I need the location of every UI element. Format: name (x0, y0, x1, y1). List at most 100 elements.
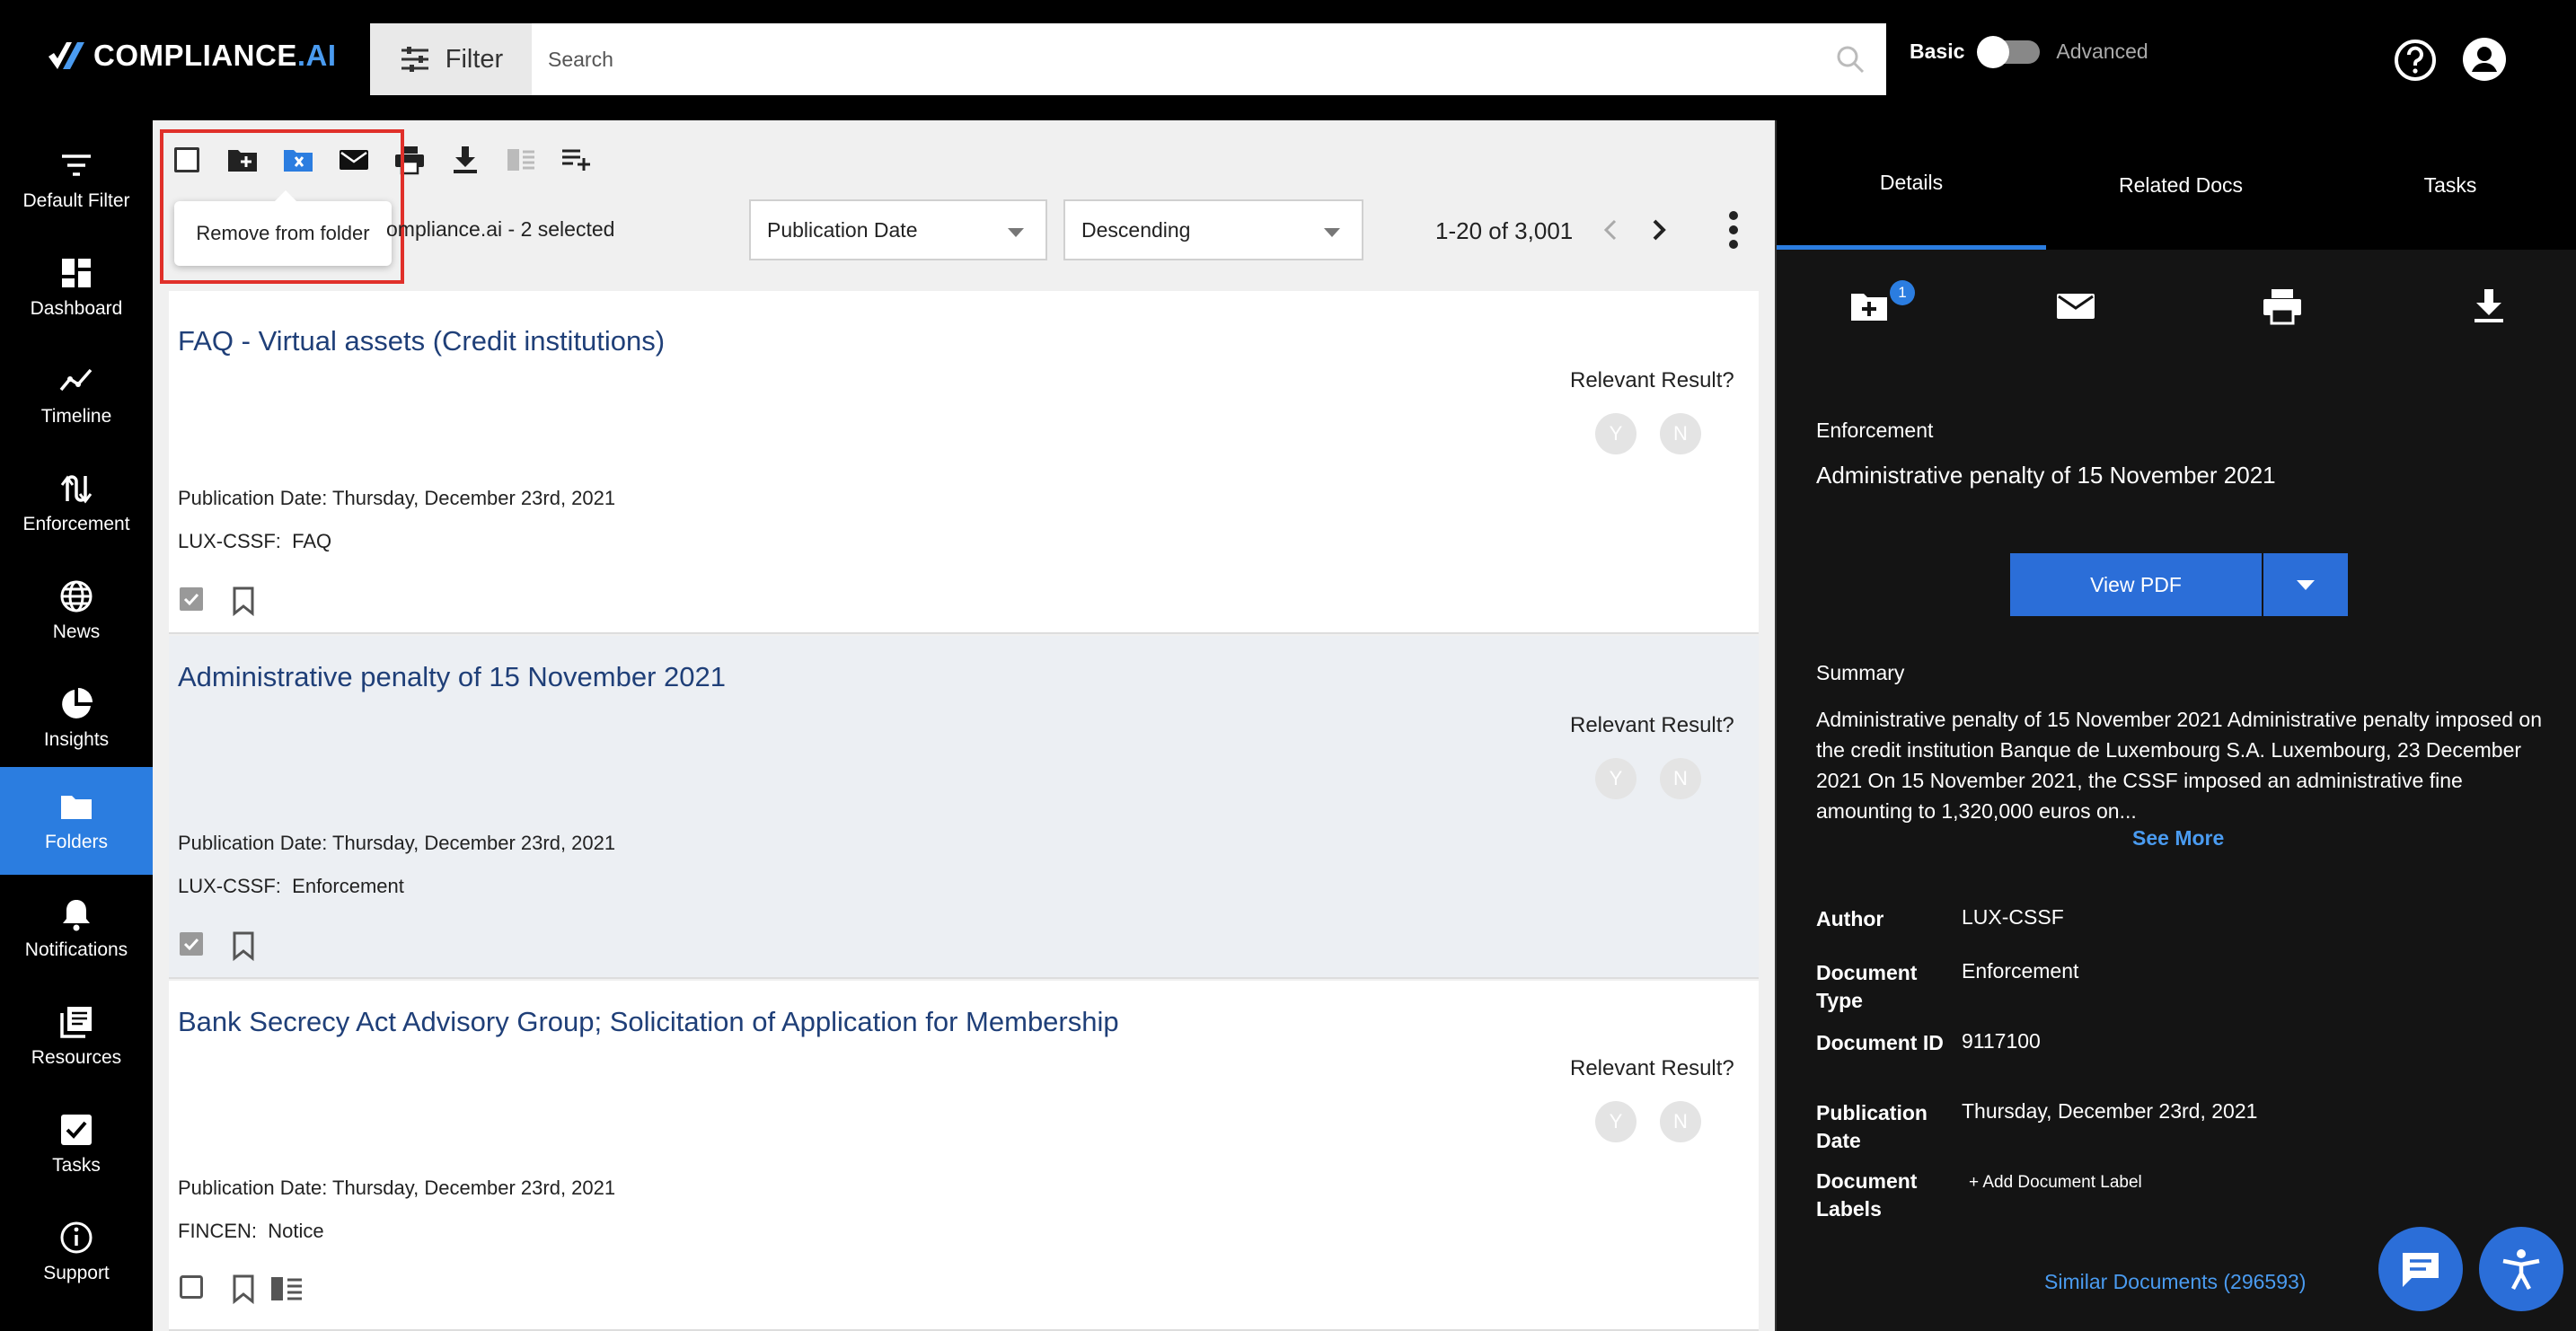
add-document-label-button[interactable]: + Add Document Label (1969, 1173, 2142, 1193)
email-icon[interactable] (2055, 286, 2096, 327)
sort-field-dropdown[interactable]: Publication Date (749, 199, 1047, 260)
compare-icon[interactable] (503, 142, 539, 178)
relevant-yes-button[interactable]: Y (1595, 1101, 1636, 1142)
doc-type: FAQ (292, 530, 332, 552)
details-tabs: Details Related Docs Tasks (1777, 120, 2576, 250)
see-more-link[interactable]: See More (2132, 826, 2224, 851)
relevant-no-button[interactable]: N (1660, 758, 1701, 799)
print-icon[interactable] (2262, 286, 2303, 327)
sidebar-item-default-filter[interactable]: Default Filter (0, 126, 153, 234)
relevant-no-button[interactable]: N (1660, 1101, 1701, 1142)
library-icon (60, 1007, 92, 1038)
bulk-actions-toolbar (169, 138, 614, 181)
logo-text: COMPLIANCE.AI (93, 39, 337, 72)
add-to-folder-icon[interactable] (225, 142, 260, 178)
app-logo[interactable]: COMPLIANCE.AI (45, 36, 337, 75)
sidebar-item-label: Timeline (40, 406, 112, 427)
print-icon[interactable] (392, 142, 428, 178)
result-checkbox[interactable] (180, 1275, 203, 1299)
search-icon[interactable] (1814, 23, 1886, 95)
sidebar-item-label: News (52, 621, 101, 642)
help-icon[interactable] (2393, 38, 2438, 83)
sidebar-item-news[interactable]: News (0, 557, 153, 665)
mode-basic-label: Basic (1910, 40, 1965, 63)
relevant-result-label: Relevant Result? (1570, 368, 1734, 392)
remove-from-folder-icon[interactable] (280, 142, 316, 178)
result-card[interactable]: Bank Secrecy Act Advisory Group; Solicit… (169, 981, 1759, 1331)
sidebar-item-tasks[interactable]: Tasks (0, 1090, 153, 1198)
download-icon[interactable] (447, 142, 483, 178)
meta-label-document-id: Document ID (1816, 1031, 1944, 1054)
add-to-list-icon[interactable] (559, 142, 595, 178)
bookmark-icon[interactable] (230, 586, 257, 616)
filter-button[interactable]: Filter (370, 23, 532, 95)
sidebar-item-timeline[interactable]: Timeline (0, 341, 153, 449)
sidebar-item-resources[interactable]: Resources (0, 983, 153, 1090)
publication-date: Publication Date: Thursday, December 23r… (178, 487, 616, 509)
relevant-no-button[interactable]: N (1660, 413, 1701, 454)
filter-label: Filter (445, 44, 504, 74)
results-panel: Remove from folder ompliance.ai - 2 sele… (153, 120, 1775, 1331)
sidebar-item-label: Folders (44, 832, 109, 852)
left-sidebar: Default Filter Dashboard Timeline Enforc… (0, 120, 153, 1331)
result-title-link[interactable]: FAQ - Virtual assets (Credit institution… (178, 325, 665, 357)
compare-icon[interactable] (269, 1274, 304, 1304)
chat-button[interactable] (2378, 1227, 2463, 1311)
bookmark-icon[interactable] (230, 1274, 257, 1304)
result-card[interactable]: FAQ - Virtual assets (Credit institution… (169, 291, 1759, 634)
agency-name: LUX-CSSF: (178, 530, 281, 552)
email-icon[interactable] (336, 142, 372, 178)
filter-lines-icon (62, 154, 91, 176)
sidebar-item-enforcement[interactable]: Enforcement (0, 449, 153, 557)
result-title-link[interactable]: Administrative penalty of 15 November 20… (178, 661, 726, 693)
sidebar-item-support[interactable]: Support (0, 1198, 153, 1306)
user-account-icon[interactable] (2461, 36, 2508, 83)
pagination-text: 1-20 of 3,001 (1435, 217, 1574, 244)
view-pdf-dropdown-button[interactable] (2263, 553, 2348, 616)
summary-text: Administrative penalty of 15 November 20… (1816, 708, 2542, 823)
result-card[interactable]: Administrative penalty of 15 November 20… (169, 636, 1759, 979)
download-icon[interactable] (2468, 286, 2510, 327)
tab-tasks[interactable]: Tasks (2316, 120, 2576, 250)
meta-value-document-id: 9117100 (1962, 1029, 2041, 1053)
meta-label-author: Author (1816, 907, 1884, 930)
search-input[interactable] (532, 23, 1814, 95)
enforcement-icon (60, 475, 93, 504)
info-icon (60, 1221, 93, 1254)
similar-documents-link[interactable]: Similar Documents (296593) (2044, 1270, 2306, 1294)
sort-order-dropdown[interactable]: Descending (1063, 199, 1363, 260)
tab-details[interactable]: Details (1777, 120, 2046, 250)
folder-count-badge: 1 (1890, 280, 1915, 305)
relevant-yes-button[interactable]: Y (1595, 413, 1636, 454)
checkbox-icon (61, 1115, 92, 1145)
logo-mark-icon (49, 42, 84, 69)
result-title-link[interactable]: Bank Secrecy Act Advisory Group; Solicit… (178, 1006, 1119, 1038)
selection-count: ompliance.ai - 2 selected (386, 217, 615, 241)
result-checkbox[interactable] (180, 587, 203, 611)
document-title: Administrative penalty of 15 November 20… (1816, 462, 2276, 489)
sidebar-item-notifications[interactable]: Notifications (0, 875, 153, 983)
result-checkbox[interactable] (180, 932, 203, 956)
mode-advanced-label: Advanced (2056, 40, 2148, 63)
sidebar-item-dashboard[interactable]: Dashboard (0, 234, 153, 341)
sidebar-item-folders[interactable]: Folders (0, 767, 153, 875)
add-to-folder-icon[interactable] (1848, 286, 1890, 327)
prev-page-icon[interactable] (1595, 214, 1628, 246)
search-bar: Filter (370, 23, 1886, 95)
select-all-checkbox[interactable] (169, 142, 205, 178)
bookmark-icon[interactable] (230, 930, 257, 961)
accessibility-button[interactable] (2479, 1227, 2563, 1311)
accessibility-icon (2502, 1249, 2540, 1291)
relevant-yes-button[interactable]: Y (1595, 758, 1636, 799)
toggle-knob (1977, 35, 2010, 68)
tab-related-docs[interactable]: Related Docs (2046, 120, 2316, 250)
sidebar-item-insights[interactable]: Insights (0, 665, 153, 772)
sidebar-item-label: Notifications (24, 939, 128, 960)
meta-value-document-type: Enforcement (1962, 959, 2079, 983)
summary-heading: Summary (1816, 661, 1905, 684)
mode-toggle[interactable] (1977, 35, 2041, 68)
next-page-icon[interactable] (1642, 214, 1674, 246)
more-options-icon[interactable] (1714, 208, 1753, 251)
sliders-icon (401, 47, 428, 72)
view-pdf-button[interactable]: View PDF (2010, 553, 2262, 616)
